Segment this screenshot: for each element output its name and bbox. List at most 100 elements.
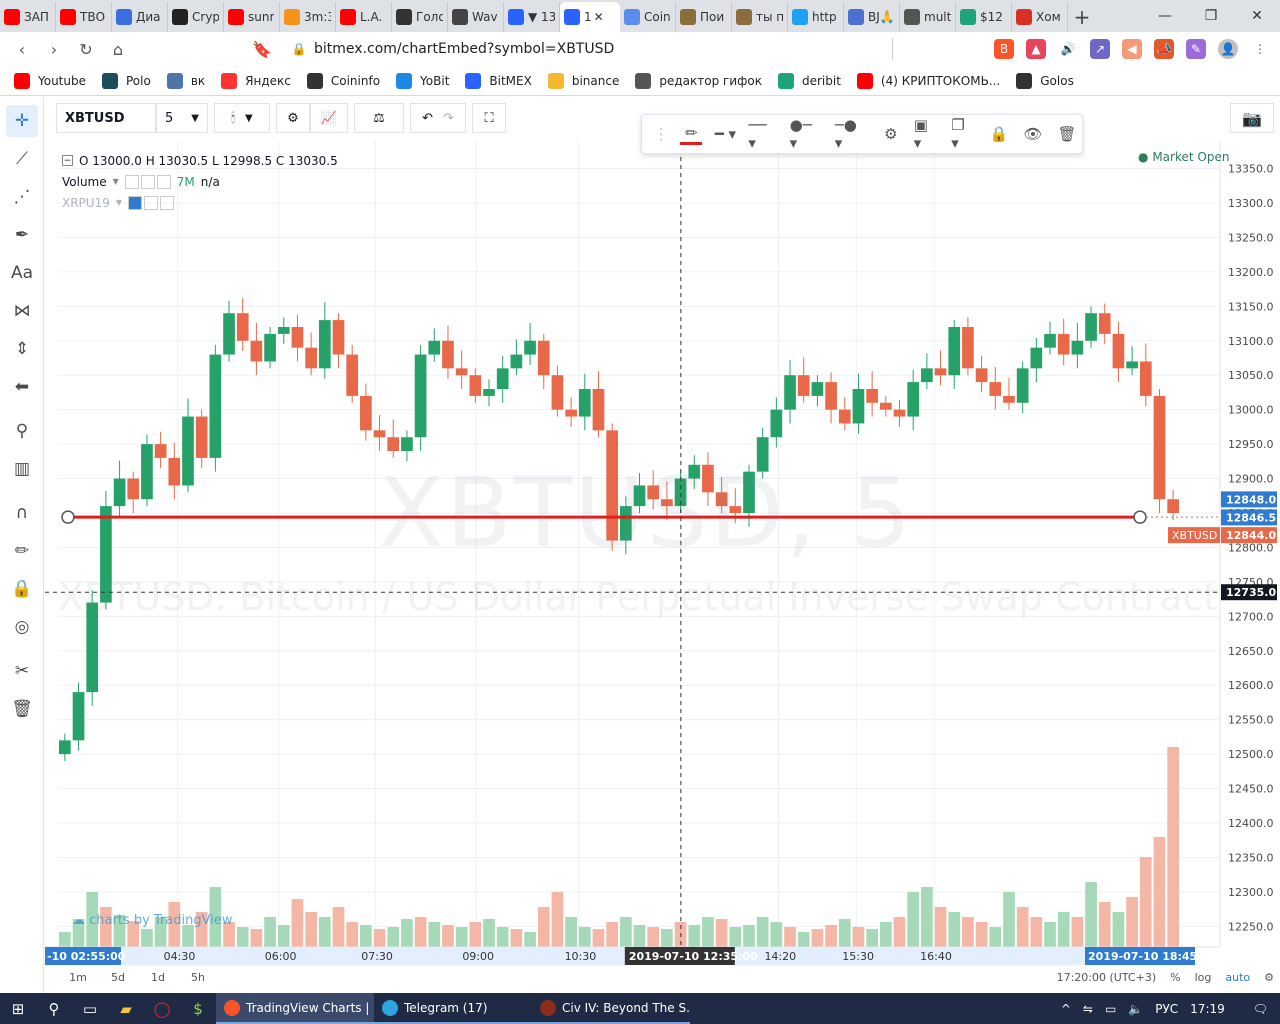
- reload-icon[interactable]: ↻: [70, 34, 102, 64]
- browser-tab[interactable]: ТВО: [56, 2, 112, 32]
- zoom-icon[interactable]: ⚲: [6, 415, 38, 447]
- browser-tab[interactable]: ▼ 13: [504, 2, 560, 32]
- line-end-button[interactable]: ●─ ▾: [786, 116, 827, 152]
- lock-icon[interactable]: 🔒: [984, 118, 1014, 150]
- menu-icon[interactable]: ⋮: [1250, 39, 1270, 59]
- browser-tab[interactable]: Хом: [1012, 2, 1068, 32]
- template-icon[interactable]: ▣ ▾: [910, 116, 943, 152]
- browser-tab[interactable]: ты п: [732, 2, 788, 32]
- symbol-search[interactable]: XBTUSD: [56, 103, 156, 133]
- undo-icon[interactable]: ↶: [422, 111, 433, 126]
- back-icon[interactable]: ‹: [6, 34, 38, 64]
- browser-tab[interactable]: sunr: [224, 2, 280, 32]
- brave-shield-icon[interactable]: B: [994, 39, 1014, 59]
- browser-tab[interactable]: Диа: [112, 2, 168, 32]
- timeframe-button[interactable]: 5h: [178, 971, 218, 984]
- tradingview-logo[interactable]: ☁ charts by TradingView: [72, 913, 232, 928]
- magnet-icon[interactable]: ∩: [6, 497, 38, 529]
- gear-icon[interactable]: ⚙: [1264, 971, 1274, 984]
- browser-tab[interactable]: Голо: [392, 2, 448, 32]
- clock[interactable]: 17:19: [1190, 1002, 1225, 1016]
- pattern-icon[interactable]: ⋈: [6, 295, 38, 327]
- windows-start-icon[interactable]: ⊞: [0, 993, 36, 1024]
- monitor-icon[interactable]: ▭: [1105, 1002, 1116, 1016]
- chevron-up-icon[interactable]: ^: [1061, 1002, 1071, 1016]
- line-style-button[interactable]: ── ▾: [744, 116, 781, 152]
- line-anchor-handle[interactable]: [1133, 510, 1147, 524]
- collapse-icon[interactable]: −: [62, 155, 73, 166]
- forward-icon[interactable]: ›: [38, 34, 70, 64]
- browser-tab[interactable]: BJ🙏: [844, 2, 900, 32]
- browser-tab[interactable]: 3m:3: [280, 2, 336, 32]
- address-bar[interactable]: 🔒 bitmex.com/chartEmbed?symbol=XBTUSD: [284, 36, 884, 62]
- avatar[interactable]: 👤: [1218, 39, 1238, 59]
- gear-icon[interactable]: [144, 195, 159, 210]
- task-view-icon[interactable]: ▭: [72, 993, 108, 1024]
- bookmark-item[interactable]: Polo: [102, 72, 151, 89]
- brave-rewards-icon[interactable]: ▲: [1026, 39, 1046, 59]
- minimize-icon[interactable]: —: [1142, 0, 1188, 32]
- extension-icon[interactable]: ↗: [1090, 39, 1110, 59]
- taskbar-app[interactable]: TradingView Charts | ...: [216, 993, 374, 1024]
- opera-icon[interactable]: ◯: [144, 993, 180, 1024]
- compare-icon[interactable]: ⚖: [354, 103, 404, 133]
- trash-icon[interactable]: 🗑: [6, 693, 38, 725]
- brush-icon[interactable]: ✒: [6, 219, 38, 251]
- interval-select[interactable]: 5 ▼: [156, 103, 208, 133]
- home-icon[interactable]: ⌂: [102, 34, 134, 64]
- fullscreen-icon[interactable]: ⛶: [472, 103, 506, 133]
- log-toggle[interactable]: log: [1195, 971, 1212, 984]
- browser-tab[interactable]: Cryp: [168, 2, 224, 32]
- fib-icon[interactable]: ⋰: [6, 181, 38, 213]
- hide-drawings-icon[interactable]: ◎: [6, 611, 38, 643]
- close-tab-icon[interactable]: ✕: [594, 10, 604, 24]
- auto-toggle[interactable]: auto: [1225, 971, 1250, 984]
- arrow-icon[interactable]: ⬅: [6, 371, 38, 403]
- stay-drawing-icon[interactable]: ✏: [6, 535, 38, 567]
- timeframe-button[interactable]: 5d: [98, 971, 138, 984]
- bookmark-item[interactable]: BitMEX: [465, 72, 532, 89]
- bookmark-item[interactable]: Golos: [1016, 72, 1074, 89]
- line-anchor-handle[interactable]: [61, 510, 75, 524]
- text-icon[interactable]: Aa: [6, 257, 38, 289]
- file-explorer-icon[interactable]: ▰: [108, 993, 144, 1024]
- percent-toggle[interactable]: %: [1170, 971, 1180, 984]
- bookmark-item[interactable]: YoBit: [396, 72, 449, 89]
- search-icon[interactable]: ⚲: [36, 993, 72, 1024]
- indicators-icon[interactable]: 📈: [310, 103, 348, 133]
- bookmark-item[interactable]: deribit: [777, 72, 841, 89]
- bookmark-item[interactable]: редактор гифок: [635, 72, 762, 89]
- line-extend-button[interactable]: ─● ▾: [831, 116, 872, 152]
- bookmark-item[interactable]: (4) КРИПТОКОМЬ...: [856, 72, 1000, 89]
- gear-icon[interactable]: [140, 174, 155, 189]
- browser-tab[interactable]: Пои: [676, 2, 732, 32]
- bookmark-item[interactable]: binance: [547, 72, 619, 89]
- new-tab-button[interactable]: +: [1068, 2, 1096, 32]
- close-icon[interactable]: [160, 195, 175, 210]
- feather-icon[interactable]: ✎: [1186, 39, 1206, 59]
- bookmark-icon[interactable]: 🔖: [246, 34, 278, 64]
- chart-type-button[interactable]: 🕯 ▼: [214, 103, 270, 133]
- language-indicator[interactable]: РУС: [1155, 1002, 1178, 1016]
- remove-tools-icon[interactable]: ✂: [6, 655, 38, 687]
- camera-icon[interactable]: 📷: [1230, 103, 1274, 133]
- eye-icon[interactable]: [128, 195, 143, 210]
- browser-tab[interactable]: $12: [956, 2, 1012, 32]
- line-color-button[interactable]: ✏: [676, 118, 706, 150]
- maximize-icon[interactable]: ❐: [1188, 0, 1234, 32]
- lock-drawings-icon[interactable]: 🔒: [6, 573, 38, 605]
- settings-icon[interactable]: ⚙: [876, 118, 906, 150]
- browser-tab[interactable]: ЗАП: [0, 2, 56, 32]
- network-icon[interactable]: ⇋: [1083, 1002, 1093, 1016]
- bookmark-item[interactable]: Coininfo: [306, 72, 380, 89]
- clone-icon[interactable]: ❐ ▾: [947, 116, 980, 152]
- browser-tab[interactable]: mult: [900, 2, 956, 32]
- bookmark-item[interactable]: вк: [166, 72, 205, 89]
- line-width-button[interactable]: ━ ▾: [710, 118, 740, 150]
- app-icon[interactable]: $: [180, 993, 216, 1024]
- visibility-icon[interactable]: 👁: [1018, 118, 1048, 150]
- browser-tab[interactable]: http: [788, 2, 844, 32]
- timeframe-button[interactable]: 1m: [58, 971, 98, 984]
- volume-icon[interactable]: 🔈: [1128, 1002, 1143, 1016]
- eye-icon[interactable]: [124, 174, 139, 189]
